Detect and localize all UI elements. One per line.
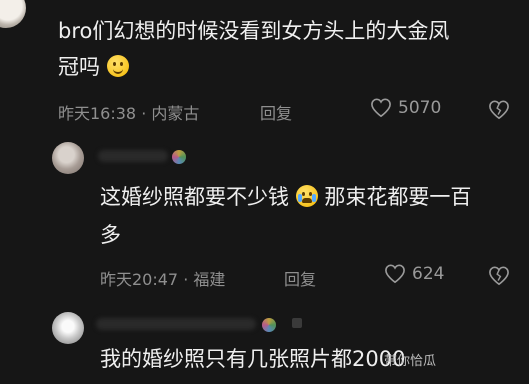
dislike-icon[interactable] [488, 266, 510, 286]
like-count: 624 [412, 264, 445, 284]
laughing-face-icon [106, 55, 129, 77]
reply-text-continued: 多 [100, 223, 121, 247]
badge-icon [262, 318, 276, 332]
avatar[interactable] [52, 312, 84, 344]
reply-text-part2: 那束花都要一百 [324, 185, 472, 209]
watermark-text: 带你恰瓜 [384, 354, 437, 369]
crying-face-icon [295, 185, 318, 207]
reply-text: 这婚纱照都要不少钱 那束花都要一百 [100, 180, 471, 214]
reply-button[interactable]: 回复 [284, 266, 316, 290]
heart-icon [371, 98, 391, 118]
badge-icon [292, 318, 302, 328]
redacted-username [96, 318, 256, 330]
comment-time-location: 昨天16:38 · 内蒙古 [58, 104, 200, 123]
comment-time-location: 昨天20:47 · 福建 [100, 270, 226, 289]
dislike-icon[interactable] [488, 100, 510, 120]
like-count: 5070 [398, 98, 442, 118]
watermark: 带你恰瓜 [384, 350, 436, 369]
like-button[interactable]: 624 [384, 264, 444, 284]
comment-text: bro们幻想的时候没看到女方头上的大金凤 [58, 19, 450, 43]
reply-text: 我的婚纱照只有几张照片都2000 [100, 347, 406, 371]
comment-text-continued: 冠吗 [58, 50, 129, 84]
comment-text-line2: 冠吗 [58, 55, 100, 79]
avatar[interactable] [52, 142, 84, 174]
avatar[interactable] [0, 0, 26, 28]
like-button[interactable]: 5070 [370, 98, 441, 118]
reply-button[interactable]: 回复 [260, 100, 292, 124]
reply-text-part1: 这婚纱照都要不少钱 [100, 185, 289, 209]
heart-icon [385, 264, 405, 284]
badge-icon [172, 150, 186, 164]
redacted-username [98, 150, 168, 162]
